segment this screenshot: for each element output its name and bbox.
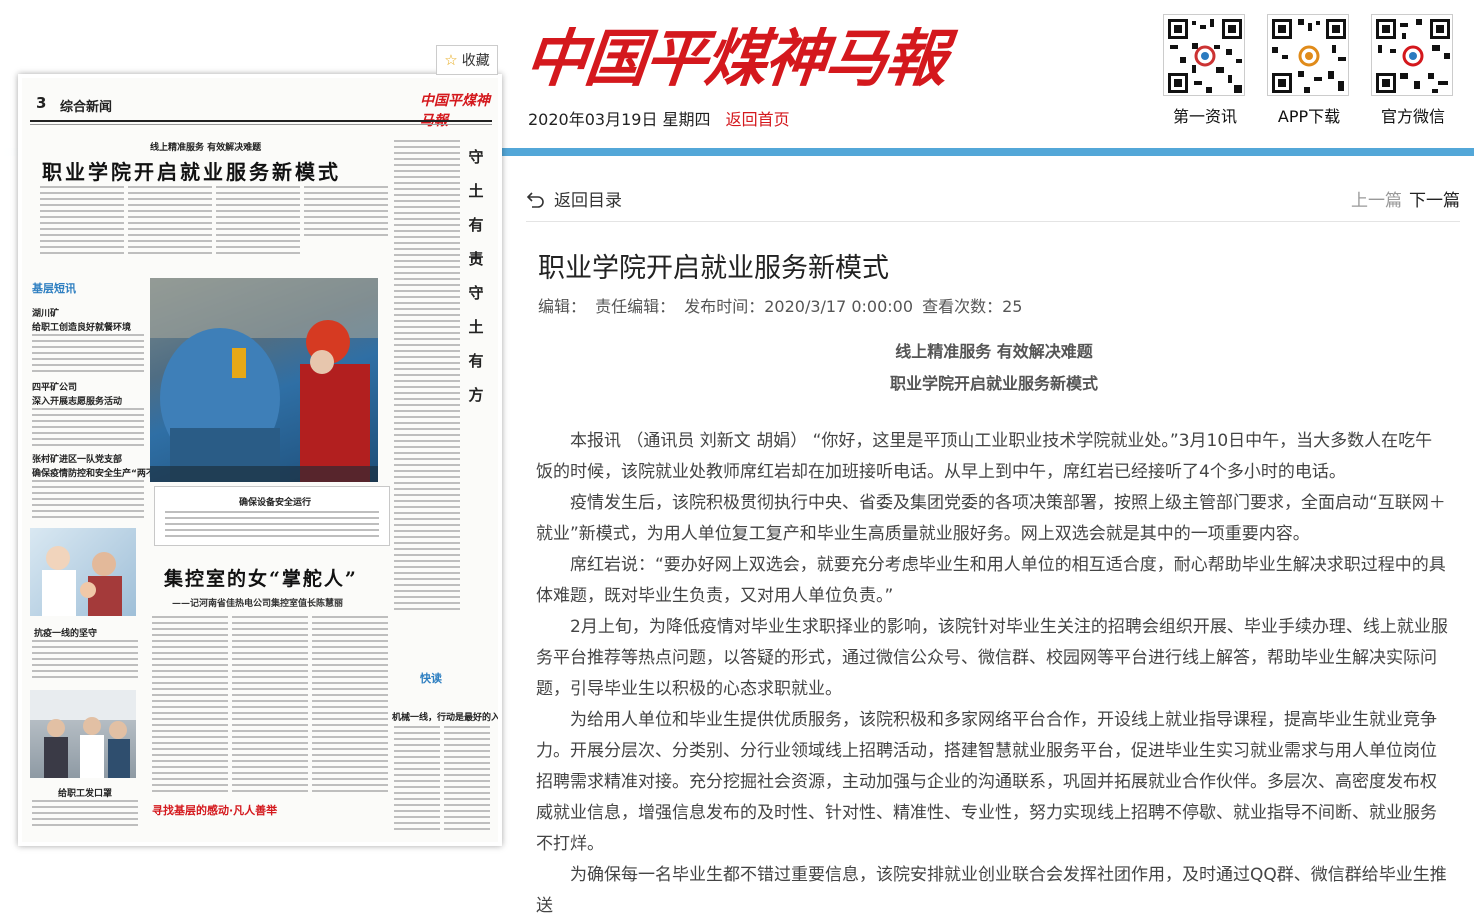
article-paragraph: 2月上旬，为降低疫情对毕业生求职择业的影响，该院针对毕业生关注的招聘会组织开展、…: [536, 617, 1448, 699]
short-news-title[interactable]: 给职工创造良好就餐环境: [32, 320, 131, 333]
header-divider: [500, 148, 1474, 156]
photo-label: 抗疫一线的坚守: [34, 629, 98, 639]
newspaper-page[interactable]: 3 综合新闻 中国平煤神马報 线上精准服务 有效解决难题 职业学院开启就业服务新…: [22, 78, 498, 842]
page-text-block: [128, 186, 212, 256]
issue-date: 2020年03月19日 星期四: [528, 110, 711, 129]
page-section: 综合新闻: [60, 100, 113, 115]
page-text-block: [232, 616, 308, 796]
qr-label: 官方微信: [1380, 107, 1445, 126]
date-line: 2020年03月19日 星期四 返回首页: [528, 106, 790, 130]
side-char: 土: [468, 318, 484, 336]
page-article-headline[interactable]: 职业学院开启就业服务新模式: [42, 156, 341, 185]
express-tag: 快读: [420, 672, 442, 685]
worker-photo[interactable]: [150, 278, 378, 482]
article-title: 职业学院开启就业服务新模式: [538, 253, 889, 284]
short-news-org: 四平矿公司: [32, 383, 78, 393]
page-article-subhead: 线上精准服务 有效解决难题: [150, 143, 262, 153]
page-text-block: [32, 408, 144, 446]
meta-editor: 编辑：: [538, 297, 587, 316]
qr-code-icon: [1267, 14, 1349, 96]
page-text-block: [394, 140, 460, 610]
favorite-label: 收藏: [461, 53, 490, 69]
page-text-block: [32, 480, 144, 518]
star-icon: ☆: [444, 51, 458, 69]
page-rule: [30, 120, 492, 122]
page-text-block: [304, 186, 388, 236]
page-text-block: [32, 334, 144, 372]
article-paragraph: 本报讯 （通讯员 刘新文 胡娟） “你好，这里是平顶山工业职业技术学院就业处。”…: [536, 431, 1433, 482]
meta-views: 查看次数：25: [922, 297, 1023, 316]
back-label: 返回目录: [554, 191, 622, 211]
photo-caption-title: 确保设备安全运行: [239, 498, 312, 508]
next-article-link[interactable]: 下一篇: [1409, 186, 1460, 211]
short-news-org: 湖川矿: [32, 309, 60, 319]
page-text-block: [40, 186, 124, 256]
home-link[interactable]: 返回首页: [726, 110, 790, 129]
back-to-index-button[interactable]: 返回目录: [526, 186, 622, 211]
page-text-block: [32, 800, 138, 830]
page-text-block: [312, 616, 388, 796]
previous-article-link[interactable]: 上一篇: [1351, 186, 1402, 211]
side-char: 有: [468, 216, 484, 234]
favorite-button[interactable]: ☆ 收藏: [436, 45, 498, 75]
article-paragraph: 为给用人单位和毕业生提供优质服务，该院积极和多家网络平台合作，开设线上就业指导课…: [536, 710, 1437, 854]
side-char: 守: [468, 148, 484, 166]
article-meta: 编辑： 责任编辑： 发布时间：2020/3/17 0:00:00 查看次数：25: [538, 293, 1027, 317]
article-toolbar: 返回目录 上一篇 下一篇: [526, 178, 1460, 222]
page-rule: [30, 124, 492, 125]
mask-distribution-photo[interactable]: [30, 690, 136, 778]
page-footer-banner: 寻找基层的感动·凡人善举: [152, 804, 278, 817]
page-side-column[interactable]: 守 土 有 责 守 土 有 方: [464, 140, 488, 412]
doctor-photo[interactable]: [30, 528, 136, 616]
page-text-block: [152, 616, 228, 796]
page-section-tag: 基层短讯: [32, 282, 76, 295]
page-text-block: [216, 186, 300, 256]
side-char: 有: [468, 352, 484, 370]
qr-news[interactable]: 第一资讯: [1163, 14, 1247, 127]
side-char: 责: [468, 250, 484, 268]
article-paragraph: 席红岩说：“要办好网上双选会，就要充分考虑毕业生和用人单位的相互适合度，耐心帮助…: [536, 555, 1446, 606]
page-text-block: [394, 726, 440, 830]
page-text-block: [32, 640, 138, 680]
page-number: 3: [36, 94, 47, 112]
masthead-logo[interactable]: 中国平煤神马報: [521, 8, 950, 98]
article-subheading: 线上精准服务 有效解决难题: [895, 342, 1093, 361]
qr-app-download[interactable]: APP下载: [1267, 14, 1351, 127]
page-text-block: [165, 511, 379, 537]
qr-label: 第一资讯: [1172, 107, 1237, 126]
meta-responsible-editor: 责任编辑：: [595, 297, 676, 316]
side-char: 土: [468, 182, 484, 200]
article-heading: 职业学院开启就业服务新模式: [889, 374, 1098, 393]
side-char: 守: [468, 284, 484, 302]
short-news-org: 张村矿进区一队党支部: [32, 455, 123, 465]
qr-label: APP下载: [1277, 107, 1341, 126]
page-text-block: [444, 726, 490, 830]
article-paragraph: 疫情发生后，该院积极贯彻执行中央、省委及集团党委的各项决策部署，按照上级主管部门…: [536, 493, 1446, 544]
side-char: 方: [468, 386, 484, 404]
back-arrow-icon: [526, 191, 544, 208]
feature-subheadline: ——记河南省佳热电公司集控室值长陈慧丽: [172, 599, 344, 609]
qr-official-wechat[interactable]: 官方微信: [1371, 14, 1455, 127]
feature-headline[interactable]: 集控室的女“掌舵人”: [164, 564, 358, 591]
meta-published: 发布时间：2020/3/17 0:00:00: [684, 297, 914, 316]
qr-code-icon: [1371, 14, 1453, 96]
qr-code-icon: [1163, 14, 1245, 96]
express-headline[interactable]: 机械一线，行动是最好的入党誓言: [392, 710, 498, 723]
short-news-title[interactable]: 深入开展志愿服务活动: [32, 394, 122, 407]
article-paragraph: 为确保每一名毕业生都不错过重要信息，该院安排就业创业联合会发挥社团作用，及时通过…: [536, 865, 1447, 916]
article-body: 本报讯 （通讯员 刘新文 胡娟） “你好，这里是平顶山工业职业技术学院就业处。”…: [536, 426, 1448, 922]
photo-caption: 确保设备安全运行: [154, 486, 390, 546]
photo-label: 给职工发口罩: [58, 789, 113, 799]
